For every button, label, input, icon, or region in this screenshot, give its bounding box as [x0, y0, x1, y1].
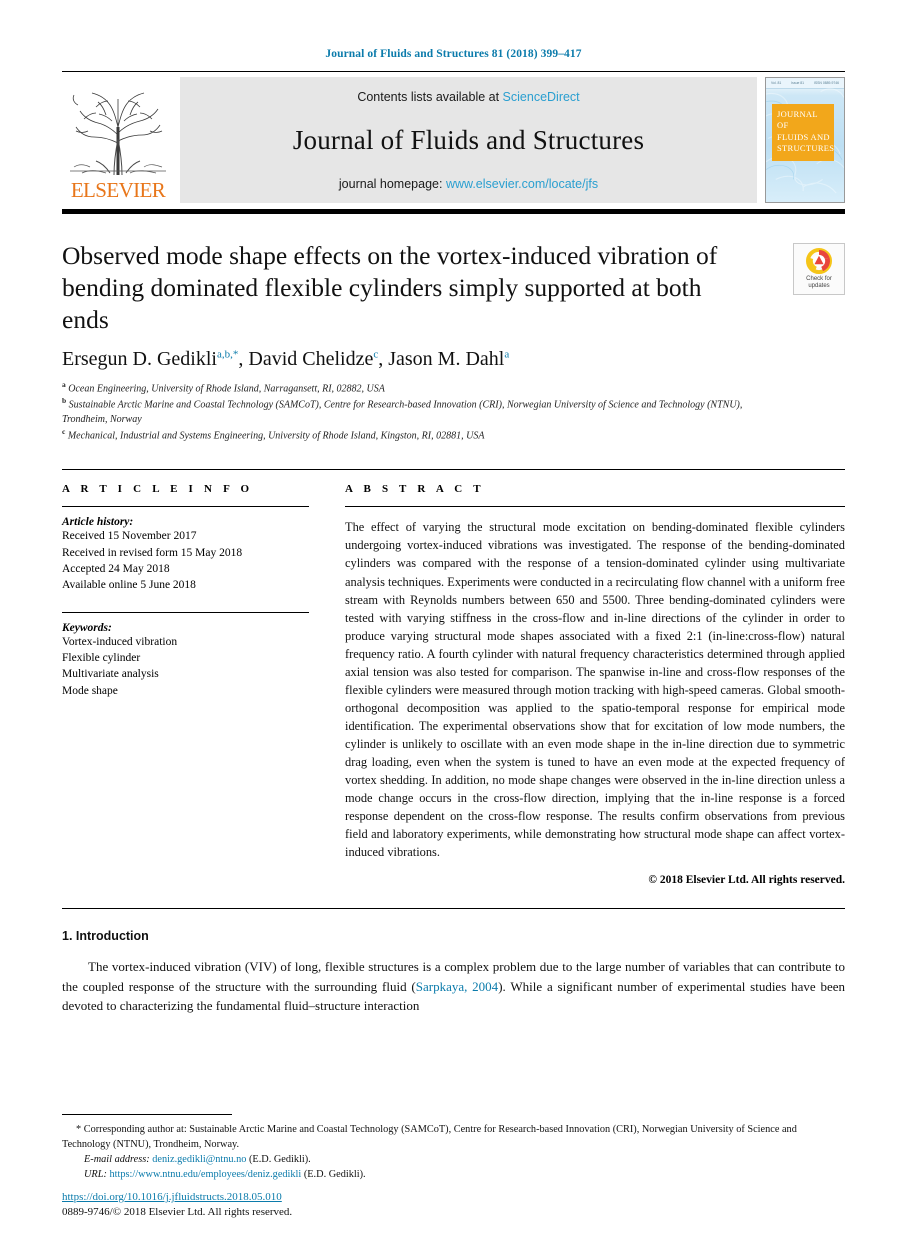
- crossmark-badge[interactable]: Check for updates: [793, 243, 845, 295]
- paper-page: Journal of Fluids and Structures 81 (201…: [0, 0, 907, 1238]
- affiliation-item: b Sustainable Arctic Marine and Coastal …: [62, 396, 762, 427]
- affiliation-text: Sustainable Arctic Marine and Coastal Te…: [62, 399, 743, 425]
- affiliation-text: Mechanical, Industrial and Systems Engin…: [67, 430, 485, 442]
- keyword-item: Mode shape: [62, 684, 118, 697]
- author-item: Ersegun D. Gediklia,b,*: [62, 348, 238, 370]
- check-for-updates-icon: [806, 247, 832, 274]
- abstract-copyright: © 2018 Elsevier Ltd. All rights reserved…: [648, 874, 845, 887]
- article-history-label: Article history:: [62, 516, 134, 529]
- affiliation-mark: b: [62, 396, 67, 406]
- author-name: Ersegun D. Gedikli: [62, 347, 217, 370]
- cover-title-line1: JOURNAL OF: [777, 109, 818, 131]
- article-info-rule: [62, 506, 309, 508]
- article-info-column: A R T I C L E I N F O Article history: R…: [62, 483, 309, 886]
- journal-homepage-link[interactable]: www.elsevier.com/locate/jfs: [446, 177, 598, 191]
- abstract-text: The effect of varying the structural mod…: [345, 520, 845, 860]
- elsevier-logo: ELSEVIER: [62, 77, 174, 203]
- crossmark-label: Check for updates: [806, 276, 832, 291]
- history-item: Available online 5 June 2018: [62, 579, 196, 592]
- section-heading-introduction: 1. Introduction: [62, 929, 149, 944]
- keyword-item: Vortex-induced vibration: [62, 635, 178, 648]
- page-title: Observed mode shape effects on the vorte…: [62, 241, 718, 334]
- info-abstract-section: A R T I C L E I N F O Article history: R…: [62, 469, 845, 886]
- doi-link[interactable]: https://doi.org/10.1016/j.jfluidstructs.…: [62, 1191, 282, 1203]
- article-info-heading: A R T I C L E I N F O: [62, 483, 254, 496]
- journal-cover-thumbnail: Vol. 81 Issue 81 ISSN 0889-9746 JOURNAL …: [765, 77, 845, 203]
- cover-title-line3: STRUCTURES: [777, 143, 835, 154]
- affiliation-list: a Ocean Engineering, University of Rhode…: [62, 380, 845, 444]
- url-label: URL:: [84, 1168, 107, 1180]
- keyword-item: Multivariate analysis: [62, 668, 159, 681]
- contents-available-line: Contents lists available at ScienceDirec…: [357, 90, 579, 104]
- homepage-prefix: journal homepage:: [338, 177, 446, 191]
- affiliation-mark: c: [62, 426, 66, 436]
- elsevier-wordmark: ELSEVIER: [70, 178, 166, 202]
- journal-name: Journal of Fluids and Structures: [292, 125, 645, 155]
- abstract-rule: [345, 506, 845, 508]
- history-item: Received 15 November 2017: [62, 530, 197, 543]
- url-suffix: (E.D. Gedikli).: [303, 1168, 366, 1180]
- author-list: Ersegun D. Gediklia,b,*, David Chelidzec…: [62, 347, 510, 370]
- footnote-block: * Corresponding author at: Sustainable A…: [62, 1113, 845, 1182]
- url-note: URL: https://www.ntnu.edu/employees/deni…: [62, 1167, 845, 1182]
- affiliation-text: Ocean Engineering, University of Rhode I…: [68, 382, 385, 394]
- email-label: E-mail address:: [84, 1153, 150, 1165]
- history-item: Received in revised form 15 May 2018: [62, 546, 243, 559]
- journal-homepage-line: journal homepage: www.elsevier.com/locat…: [339, 177, 598, 191]
- author-item: Jason M. Dahla: [388, 348, 509, 370]
- keyword-item: Flexible cylinder: [62, 652, 141, 664]
- sciencedirect-link[interactable]: ScienceDirect: [503, 90, 580, 104]
- keywords-group: Keywords: Vortex-induced vibration Flexi…: [62, 622, 309, 699]
- issn-copyright-line: 0889-9746/© 2018 Elsevier Ltd. All right…: [62, 1206, 293, 1218]
- author-item: David Chelidzec: [248, 348, 378, 370]
- keywords-label: Keywords:: [62, 621, 112, 634]
- running-head: Journal of Fluids and Structures 81 (201…: [325, 48, 582, 60]
- author-marks: a: [504, 347, 510, 360]
- author-name: Jason M. Dahl: [388, 347, 505, 370]
- history-item: Accepted 24 May 2018: [62, 563, 170, 576]
- contents-box: Contents lists available at ScienceDirec…: [180, 77, 757, 203]
- corresponding-author-text: Corresponding author at: Sustainable Arc…: [62, 1123, 797, 1150]
- citation-link-sarpkaya[interactable]: Sarpkaya, 2004: [416, 979, 498, 994]
- footnote-star: *: [76, 1123, 82, 1135]
- affiliation-mark: a: [62, 379, 66, 389]
- body-top-rule: [62, 908, 845, 910]
- crossmark-label-line2: updates: [808, 283, 830, 289]
- article-history-group: Article history: Received 15 November 20…: [62, 516, 309, 593]
- email-suffix: (E.D. Gedikli).: [248, 1153, 311, 1165]
- affiliation-item: c Mechanical, Industrial and Systems Eng…: [62, 427, 762, 444]
- cover-title: JOURNAL OF FLUIDS AND STRUCTURES: [772, 104, 834, 161]
- author-marks: a,b,*: [216, 347, 239, 360]
- email-note: E-mail address: deniz.gedikli@ntnu.no (E…: [62, 1152, 845, 1167]
- contents-prefix: Contents lists available at: [357, 90, 503, 104]
- abstract-column: A B S T R A C T The effect of varying th…: [345, 483, 845, 886]
- journal-masthead: ELSEVIER Contents lists available at Sci…: [62, 71, 845, 203]
- email-link[interactable]: deniz.gedikli@ntnu.no: [152, 1154, 246, 1165]
- cover-title-line2: FLUIDS AND: [777, 131, 830, 142]
- author-name: David Chelidze: [248, 347, 374, 370]
- author-marks: c: [373, 347, 379, 360]
- keywords-rule: [62, 611, 309, 613]
- title-block: Observed mode shape effects on the vorte…: [62, 240, 845, 443]
- crossmark-label-line1: Check for: [806, 275, 832, 282]
- affiliation-item: a Ocean Engineering, University of Rhode…: [62, 380, 762, 397]
- elsevier-tree-icon: [70, 92, 166, 176]
- corresponding-author-note: * Corresponding author at: Sustainable A…: [62, 1122, 845, 1152]
- introduction-paragraph: The vortex-induced vibration (VIV) of lo…: [62, 957, 845, 1016]
- abstract-heading: A B S T R A C T: [345, 483, 485, 496]
- footer-identifiers: https://doi.org/10.1016/j.jfluidstructs.…: [62, 1187, 292, 1218]
- masthead-bottom-rule: [62, 209, 845, 214]
- footnote-rule: [62, 1113, 232, 1115]
- profile-url-link[interactable]: https://www.ntnu.edu/employees/deniz.ged…: [109, 1169, 301, 1180]
